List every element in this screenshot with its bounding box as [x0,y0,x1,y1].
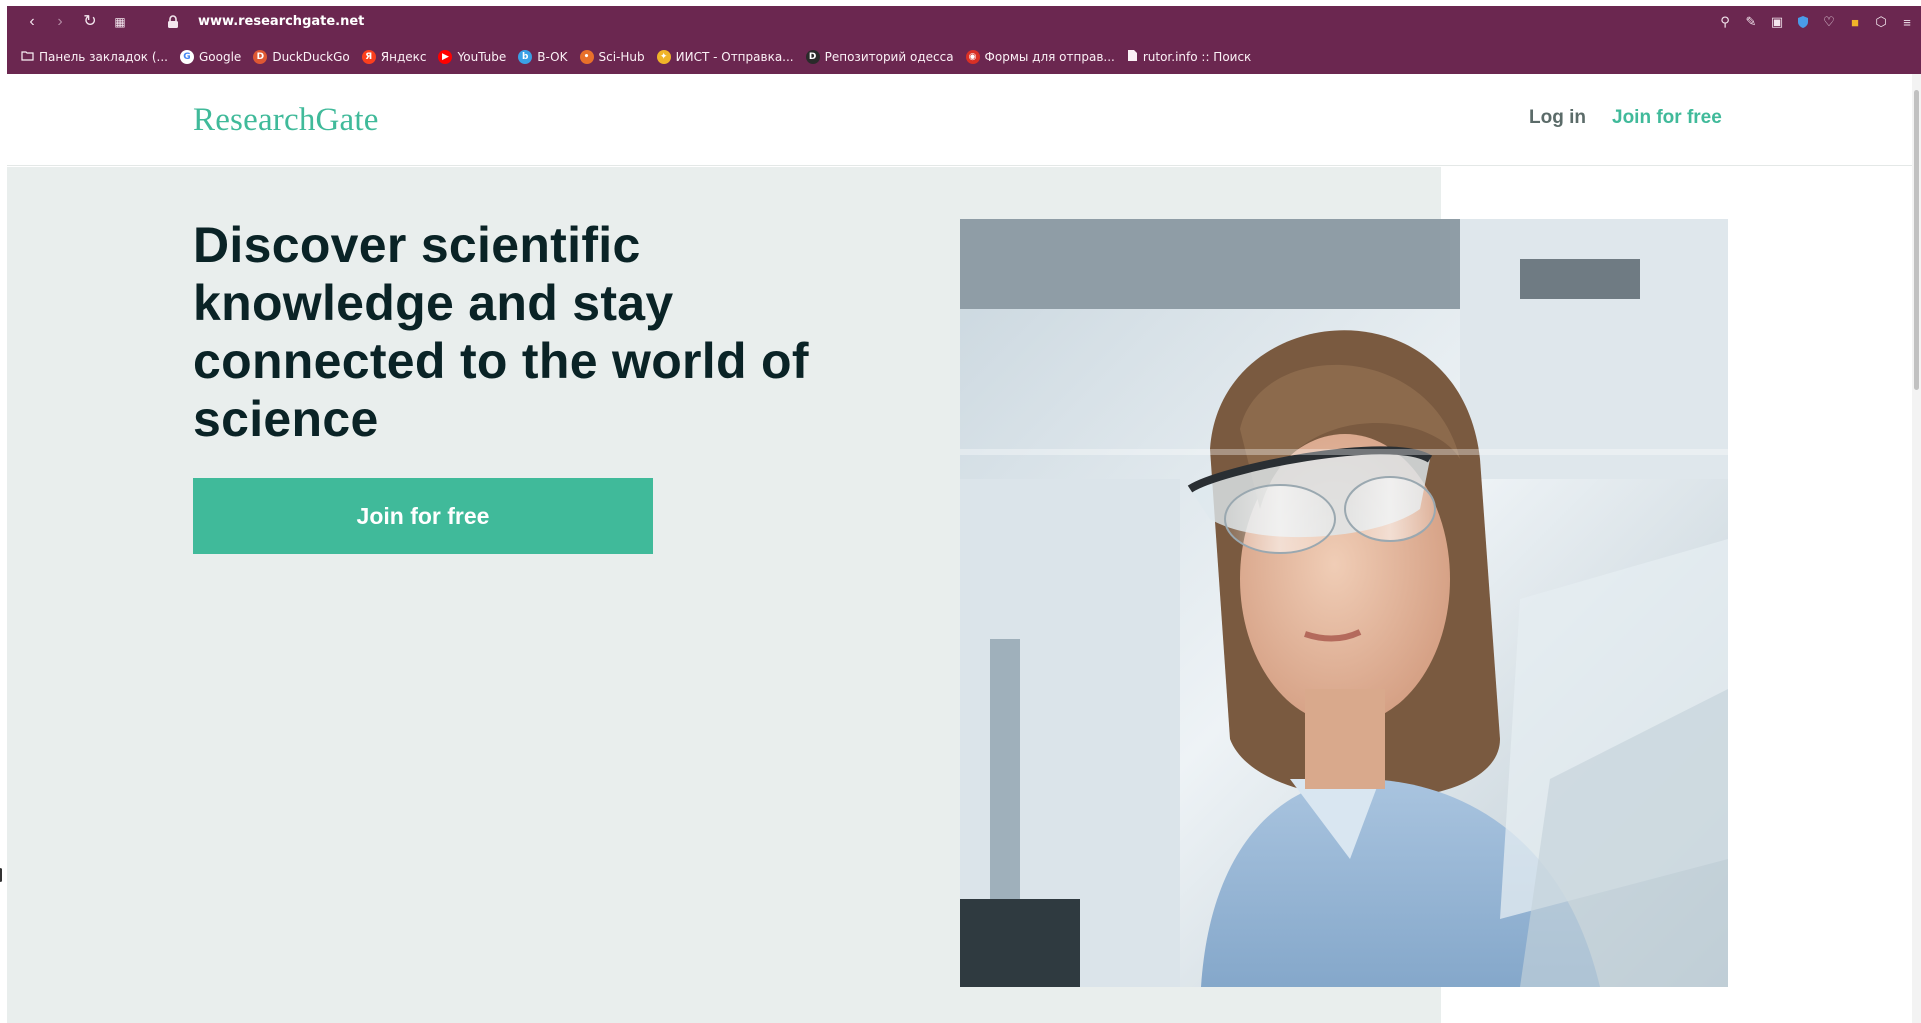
bookmark-label: YouTube [457,50,507,64]
bookmark-label: ИИСТ - Отправка... [675,50,794,64]
share-icon[interactable]: ✎ [1743,14,1759,30]
login-link[interactable]: Log in [1529,107,1586,129]
bok-icon: b [518,50,533,64]
scientist-illustration [960,219,1728,987]
extension-icon[interactable]: ■ [1847,14,1863,30]
bookmark-item[interactable]: D DuckDuckGo [253,50,350,64]
bookmark-item[interactable]: Я Яндекс [361,50,427,64]
iist-icon: ✦ [656,50,671,64]
bookmark-item[interactable]: ▶ YouTube [438,50,506,64]
heart-icon[interactable]: ♡ [1821,14,1837,30]
researchgate-logo[interactable]: ResearchGate [193,102,379,139]
site-header: ResearchGate Log in Join for free [7,74,1912,166]
menu-icon[interactable]: ≡ [1899,14,1915,30]
browser-chrome: ‹ › ↻ ▦ www.researchgate.net ⚲ ✎ ▣ ♡ ■ ⬡… [7,6,1921,74]
bookmark-label: DuckDuckGo [272,50,350,64]
scrollbar-thumb[interactable] [1914,90,1919,390]
url-host: www.researchgate.net [198,14,365,29]
join-link[interactable]: Join for free [1612,107,1722,129]
bookmarks-bar: Панель закладок (... G Google D DuckDuckGo Я Я… [21,47,1251,67]
back-icon[interactable]: ‹ [21,12,43,32]
page-scrollbar[interactable] [1912,74,1921,1023]
bookmark-label: Sci-Hub [598,50,645,64]
duckduckgo-icon: D [253,50,268,64]
bookmark-label: Формы для отправ... [984,50,1115,64]
cursor-mark [0,868,3,882]
google-icon: G [180,50,194,64]
bookmark-label: Яндекс [380,50,427,64]
toolbar-extensions: ⚲ ✎ ▣ ♡ ■ ⬡ ≡ [1717,13,1915,31]
bookmark-item[interactable]: rutor.info :: Поиск [1127,49,1251,65]
hero-photo-scientist [960,219,1728,987]
bookmark-item[interactable]: G Google [180,50,241,64]
document-icon [1127,49,1138,65]
bookmark-label: Панель закладок (... [39,50,168,64]
bookmark-item[interactable]: ◉ Формы для отправ... [965,50,1115,64]
hero-title: Discover scientific knowledge and stay c… [193,217,809,447]
bookmark-label: Google [199,50,242,64]
browser-toolbar: ‹ › ↻ ▦ www.researchgate.net ⚲ ✎ ▣ ♡ ■ ⬡… [7,6,1921,38]
folder-icon [21,50,34,64]
box-icon[interactable]: ⬡ [1873,14,1889,30]
shield-icon[interactable] [1795,14,1811,30]
forms-icon: ◉ [965,50,980,64]
lock-icon [168,15,178,28]
join-for-free-button[interactable]: Join for free [193,478,653,554]
address-bar[interactable]: www.researchgate.net [198,14,364,29]
bookmark-item[interactable]: ✦ ИИСТ - Отправка... [656,50,794,64]
yandex-icon: Я [361,50,376,64]
bookmark-item[interactable]: Панель закладок (... [21,50,168,64]
bookmark-item[interactable]: • Sci-Hub [579,50,645,64]
forward-icon[interactable]: › [49,12,71,32]
bookmark-item[interactable]: D Репозиторий одесса [805,50,954,64]
bookmark-label: Репозиторий одесса [824,50,954,64]
speed-dial-icon[interactable]: ▦ [109,12,131,32]
bookmark-label: B-OK [537,50,568,64]
zoom-icon[interactable]: ⚲ [1717,14,1733,30]
bookmark-item[interactable]: b B-OK [518,50,568,64]
repository-icon: D [805,50,820,64]
scihub-icon: • [579,50,594,64]
bookmark-label: rutor.info :: Поиск [1142,50,1252,64]
reload-icon[interactable]: ↻ [79,12,101,32]
youtube-icon: ▶ [438,50,453,64]
snapshot-icon[interactable]: ▣ [1769,14,1785,30]
